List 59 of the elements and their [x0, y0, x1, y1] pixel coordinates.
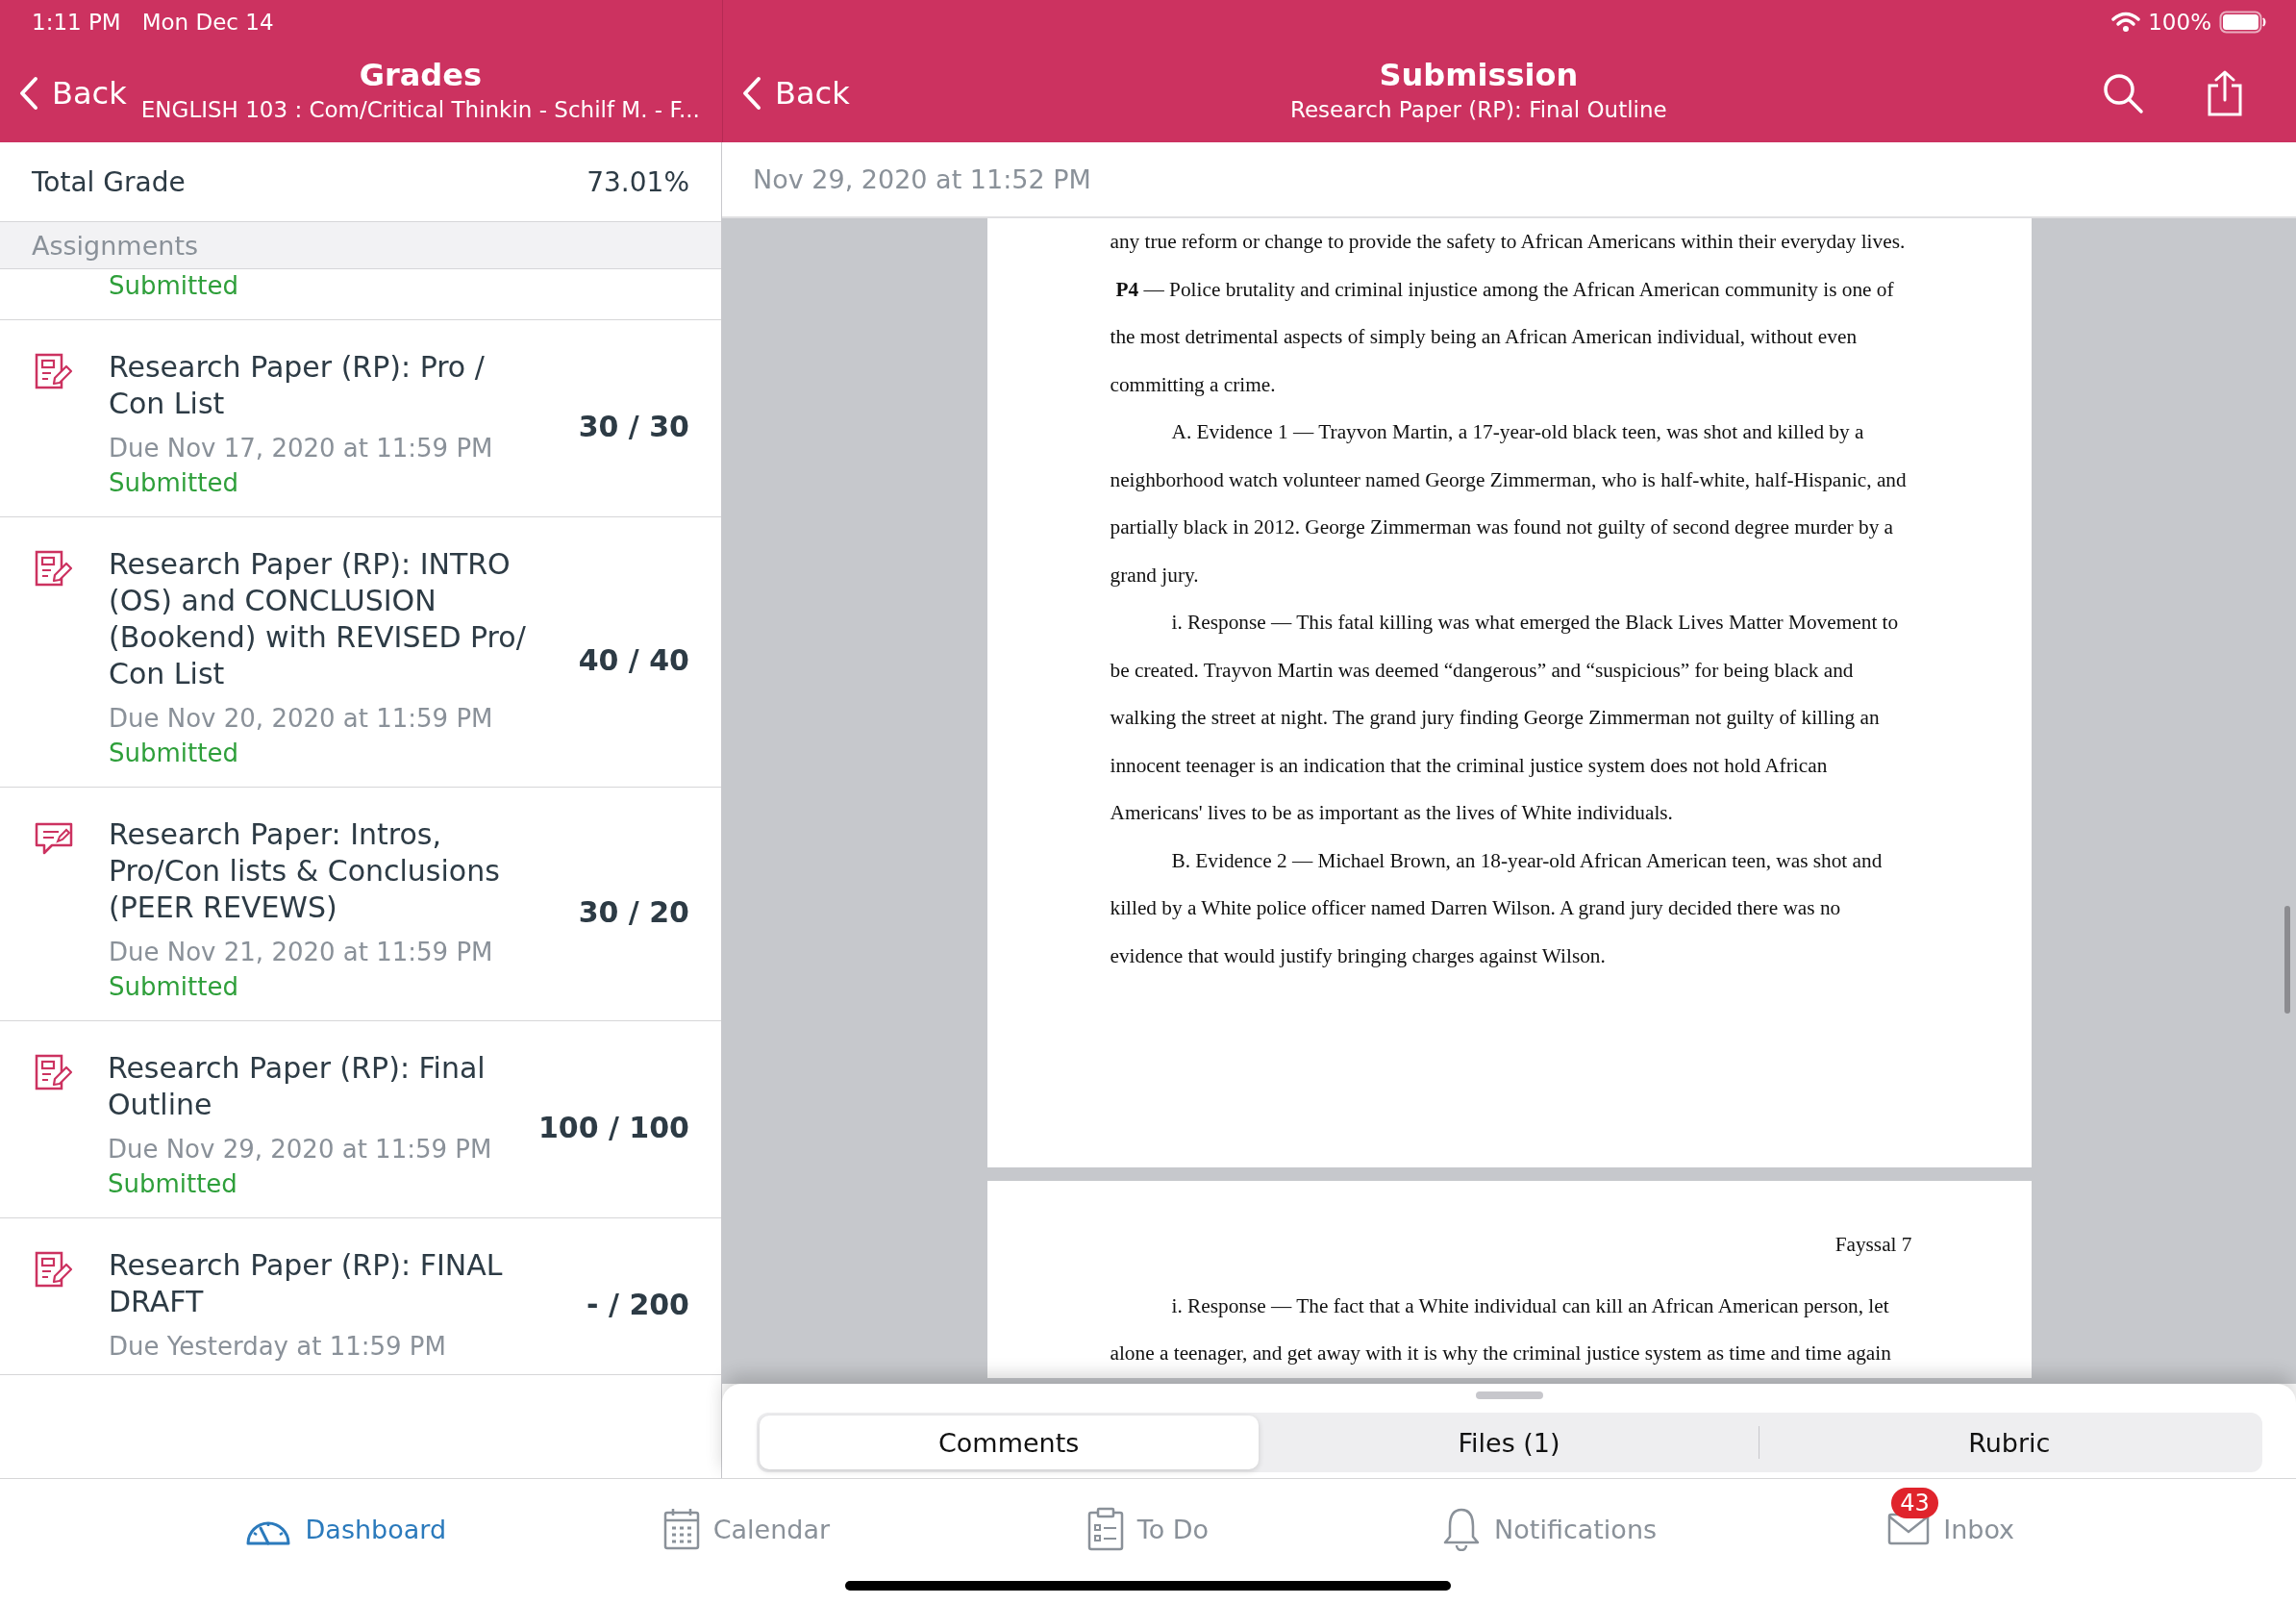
- due-date: Due Nov 20, 2020 at 11:59 PM: [109, 704, 494, 733]
- page-header: Fayssal 7: [1834, 1233, 1912, 1256]
- back-button[interactable]: Back: [736, 75, 856, 112]
- score: 30 / 20: [578, 894, 689, 929]
- total-grade-value: 73.01%: [586, 165, 689, 198]
- document-paragraph: B. Evidence 2 — Michael Brown, an 18-year-old African American teen, was shot and killed by a White police officer named Darren Wilson. A grand jury decided there was no evidence that would justify bringing charges against Wilson.: [1110, 847, 1884, 969]
- segment-tab[interactable]: Comments: [759, 1416, 1259, 1469]
- due-date: Due Nov 17, 2020 at 11:59 PM: [109, 434, 494, 463]
- calendar-icon: [662, 1508, 700, 1550]
- due-date: Due Nov 29, 2020 at 11:59 PM: [107, 1135, 493, 1164]
- assignment-icon: [35, 1251, 73, 1290]
- total-grade-label: Total Grade: [32, 165, 186, 198]
- due-date: Due Yesterday at 11:59 PM: [109, 1332, 447, 1361]
- wifi-icon: [2111, 12, 2141, 33]
- assignment-title[interactable]: Research Paper (RP): FINAL DRAFT: [109, 1247, 539, 1320]
- tab-bar-item[interactable]: 43 Inbox: [1750, 1483, 2152, 1575]
- back-chevron-icon: [742, 76, 761, 111]
- score: 100 / 100: [537, 1110, 689, 1144]
- segment-tab[interactable]: Rubric: [1759, 1416, 2259, 1469]
- screen-subtitle: ENGLISH 103 : Com/Critical Thinkin - Schilf M. - F...: [140, 97, 700, 122]
- battery-percentage: 100%: [2148, 10, 2211, 35]
- assignment-title[interactable]: Research Paper (RP): INTRO (OS) and CONCLUSION (Bookend) with REVISED Pro/ Con List: [109, 546, 539, 692]
- search-icon[interactable]: [2102, 72, 2144, 114]
- document-paragraph: i. Response — This fatal killing was what emerged the Black Lives Matter Movement to be created. Trayvon Martin was deemed “dangerous” and “suspicious” for being black and walking the street at night. The grand jury finding George Zimmerman not guilty of killing an innocent teenager is an indication that the criminal justice system does not hold African Americans' lives to be as important as the lives of White individuals.: [1110, 610, 1900, 826]
- document-paragraph: A. Evidence 1 — Trayvon Martin, a 17-year-old black teen, was shot and killed by a neighborhood watch volunteer named George Zimmerman, who is half-white, half-Hispanic, and partially black in 2012. George Zimmerman was found not guilty of second degree murder by a grand jury.: [1110, 419, 1908, 589]
- section-header: Assignments: [0, 222, 721, 269]
- battery-icon: [2219, 11, 2267, 34]
- screen-title: Grades: [359, 57, 482, 93]
- document-paragraph: i. Response — The fact that a White individual can kill an African American person, let alone a teenager, and get away with it is why the criminal justice system as time and time again: [1110, 1292, 1892, 1366]
- assignment-title[interactable]: Research Paper (RP): Pro / Con List: [109, 349, 539, 422]
- score: 40 / 40: [578, 642, 689, 677]
- status-date: Mon Dec 14: [141, 10, 274, 35]
- score: - / 200: [586, 1287, 689, 1321]
- submission-status: Submitted: [109, 468, 239, 497]
- status-time: 1:11 PM: [32, 10, 121, 35]
- due-date: Due Nov 21, 2020 at 11:59 PM: [109, 938, 494, 966]
- clipboard-icon: [1086, 1507, 1124, 1551]
- assignment-title[interactable]: Research Paper (RP): Final Outline: [107, 1050, 538, 1123]
- document-paragraph: P4 — Police brutality and criminal injustice among the African American community is one of the most detrimental aspects of simply being an African American individual, without even committing a crime.: [1110, 276, 1895, 398]
- document-paragraph: any true reform or change to provide the safety to African Americans within their everyday lives.: [1110, 229, 1907, 255]
- assignment-title[interactable]: Research Paper: Intros, Pro/Con lists & Conclusions (PEER REVEWS): [109, 816, 539, 926]
- assignment-icon: [35, 550, 73, 589]
- screen-subtitle: Research Paper (RP): Final Outline: [1290, 97, 1667, 122]
- bell-icon: [1442, 1507, 1482, 1551]
- score: 30 / 30: [578, 409, 689, 443]
- back-chevron-icon: [19, 76, 38, 111]
- submission-status: Submitted: [109, 271, 239, 300]
- submission-status: Submitted: [109, 972, 239, 1001]
- submission-timestamp: Nov 29, 2020 at 11:52 PM: [753, 164, 1091, 194]
- submission-status: Submitted: [109, 739, 239, 767]
- share-icon[interactable]: [2206, 70, 2244, 116]
- tab-bar-item[interactable]: Dashboard: [144, 1483, 546, 1575]
- unread-count-badge: 43: [1891, 1488, 1938, 1518]
- segment-tab[interactable]: Files (1): [1259, 1416, 1759, 1469]
- back-button[interactable]: Back: [13, 75, 133, 112]
- assignment-icon: [35, 1054, 73, 1092]
- submission-status: Submitted: [107, 1169, 238, 1198]
- assignment-icon: [35, 353, 73, 391]
- screen-title: Submission: [1379, 57, 1579, 93]
